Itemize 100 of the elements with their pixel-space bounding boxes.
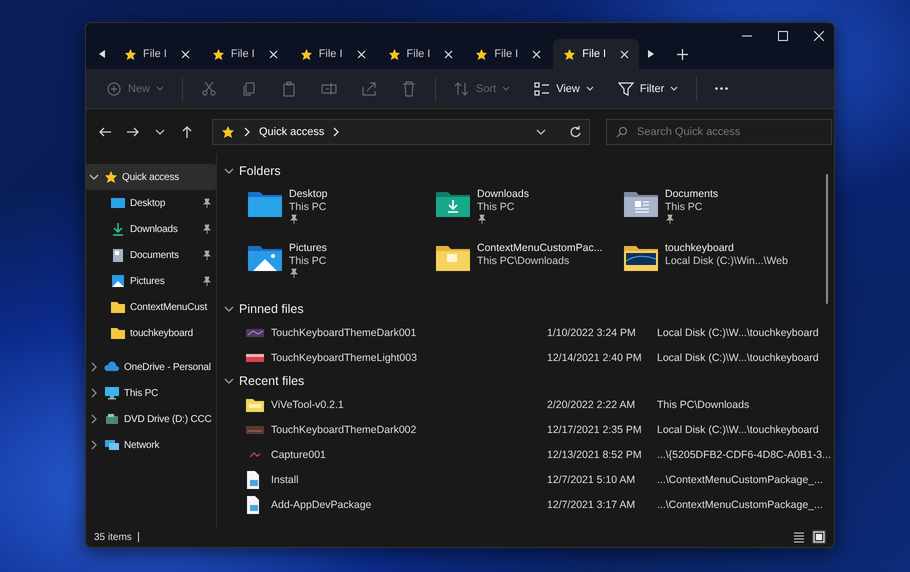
dropdown-caret-icon [586, 86, 594, 92]
pin-icon [202, 250, 212, 260]
script-file-icon [245, 494, 261, 514]
star-icon [221, 124, 235, 138]
sidebar-item[interactable]: Desktop [86, 190, 216, 216]
folder-tile[interactable]: touchkeyboard Local Disk (C:)\Win...\Web [623, 242, 811, 292]
tiles-view-icon [813, 531, 825, 543]
sidebar-item[interactable]: Downloads [86, 216, 216, 242]
star-icon [212, 48, 225, 60]
close-icon [268, 50, 278, 58]
close-icon [620, 50, 630, 58]
sidebar-item[interactable]: Network [86, 432, 216, 458]
share-icon [361, 80, 378, 96]
cloud-icon [104, 360, 120, 374]
dropdown-caret-icon [156, 86, 164, 92]
star-icon [104, 170, 118, 184]
pin-icon [477, 214, 487, 224]
trash-icon [401, 80, 418, 96]
tab-label: File I [318, 48, 343, 60]
breadcrumb[interactable]: Quick access [259, 126, 324, 138]
triangle-left-icon [98, 49, 106, 59]
close-tab-button[interactable] [180, 50, 190, 58]
folder-tile[interactable]: Desktop This PC [247, 188, 435, 238]
search-field[interactable]: Search Quick access [606, 118, 832, 144]
script-file-icon [245, 470, 261, 490]
sidebar-item[interactable]: Pictures [86, 268, 216, 294]
network-icon [104, 438, 120, 452]
scissors-icon [201, 80, 218, 96]
view-button[interactable]: View [524, 74, 604, 102]
sidebar-item[interactable]: touchkeyboard [86, 320, 216, 346]
sidebar-item[interactable]: Documents [86, 242, 216, 268]
close-tab-button[interactable] [268, 50, 278, 58]
refresh-icon [569, 126, 581, 138]
sidebar-item[interactable]: DVD Drive (D:) CCC [86, 406, 216, 432]
close-tab-button[interactable] [356, 50, 366, 58]
details-view-button[interactable] [792, 530, 806, 544]
pin-icon [202, 198, 212, 208]
copy-icon [241, 80, 258, 96]
filter-button[interactable]: Filter [608, 74, 688, 102]
pin-icon [289, 268, 299, 278]
plus-icon [677, 48, 688, 60]
search-icon [616, 126, 628, 138]
folder-tile[interactable]: ContextMenuCustomPac... This PC\Downloads [435, 242, 623, 292]
sidebar-item[interactable]: OneDrive - Personal [86, 354, 216, 380]
up-arrow-icon [180, 124, 194, 138]
sidebar-item[interactable]: ContextMenuCust [86, 294, 216, 320]
tab[interactable]: File I [290, 39, 376, 69]
drive-icon [104, 412, 120, 426]
tab-label: File I [143, 48, 167, 60]
star-icon [300, 48, 313, 60]
file-row[interactable]: Install 12/7/2021 5:10 AM ...\ContextMenuCustomPackage_... [223, 467, 834, 492]
pin-icon [289, 214, 299, 224]
close-tab-button[interactable] [620, 50, 630, 58]
document-icon [110, 248, 126, 262]
file-row[interactable]: Capture001 12/13/2021 8:52 PM ...\{5205DFB2-CDF6-4D8C-A0B1-3... [223, 442, 834, 467]
sidebar-item[interactable]: This PC [86, 380, 216, 406]
tab[interactable]: File I [553, 39, 640, 69]
sidebar-item[interactable]: Quick access [86, 164, 216, 190]
folder-tile[interactable]: Documents This PC [623, 188, 811, 238]
filter-icon [618, 80, 634, 96]
details-view-icon [793, 531, 805, 543]
download-icon [110, 222, 126, 236]
star-icon [124, 48, 137, 60]
dropdown-caret-icon [670, 86, 678, 92]
tab[interactable]: File I [378, 39, 464, 69]
close-tab-button[interactable] [444, 50, 454, 58]
star-icon [388, 48, 401, 60]
file-row[interactable]: TouchKeyboardThemeDark001 1/10/2022 3:24 PM Local Disk (C:)\W...\touchkeyboard [223, 320, 834, 345]
tab[interactable]: File I [202, 39, 288, 69]
pin-icon [202, 224, 212, 234]
back-arrow-icon [98, 124, 112, 138]
section-header[interactable]: Recent files [223, 370, 834, 392]
pin-icon [665, 214, 675, 224]
tiles-view-button[interactable] [812, 530, 826, 544]
picture-icon [110, 274, 126, 288]
folder-tile[interactable]: Pictures This PC [247, 242, 435, 292]
more-icon [715, 87, 728, 90]
folder-tile[interactable]: Downloads This PC [435, 188, 623, 238]
zip-folder-icon [245, 396, 265, 412]
tab[interactable]: File I [114, 39, 200, 69]
address-bar[interactable]: Quick access [212, 118, 590, 144]
file-row[interactable]: ViVeTool-v0.2.1 2/20/2022 2:22 AM This PC\Downloads [223, 392, 834, 417]
tab[interactable]: File I [465, 39, 552, 69]
file-row[interactable]: TouchKeyboardThemeLight003 12/14/2021 2:40 PM Local Disk (C:)\W...\touchkeyboard [223, 345, 834, 370]
tab-label: File I [230, 48, 255, 60]
sort-icon [454, 80, 470, 96]
rename-icon [321, 80, 338, 96]
section-header[interactable]: Pinned files [223, 298, 834, 320]
folder-icon [110, 300, 126, 314]
folder-icon [110, 326, 126, 340]
close-tab-button[interactable] [532, 50, 542, 58]
close-icon [180, 50, 190, 58]
file-row[interactable]: Add-AppDevPackage 12/7/2021 3:17 AM ...\ContextMenuCustomPackage_... [223, 492, 834, 517]
forward-arrow-icon [126, 124, 140, 138]
close-icon [814, 31, 824, 41]
pin-icon [202, 276, 212, 286]
file-row[interactable]: TouchKeyboardThemeDark002 12/17/2021 2:35 PM Local Disk (C:)\W...\touchkeyboard [223, 417, 834, 442]
dropdown-caret-icon [502, 86, 510, 92]
section-header[interactable]: Folders [223, 160, 834, 182]
triangle-right-icon [647, 49, 656, 59]
